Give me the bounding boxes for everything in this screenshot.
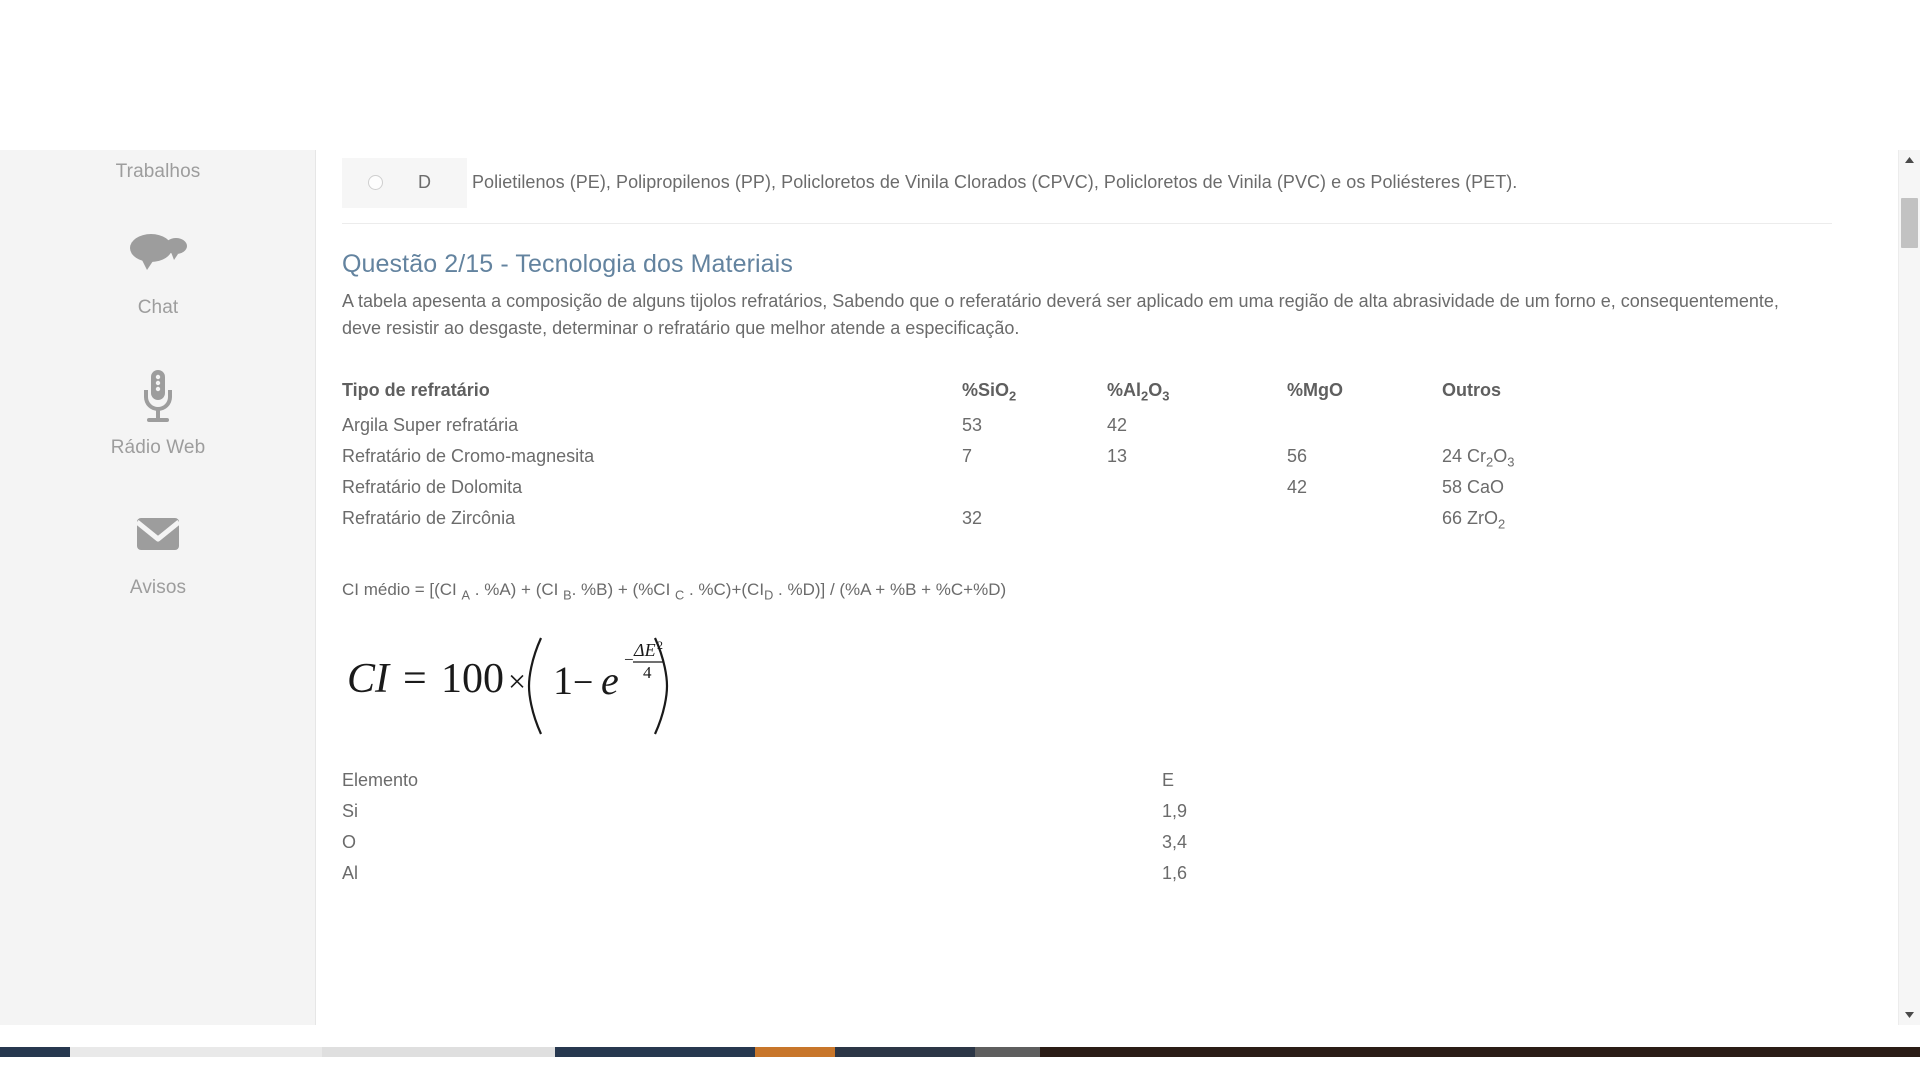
cell-e-value: 1,9 <box>1162 801 1188 821</box>
cell-al2o3: 42 <box>1107 415 1128 435</box>
cell-e-value: 1,6 <box>1162 863 1188 883</box>
ci-average-formula-text: CI médio = [(CI A . %A) + (CI B. %B) + (… <box>342 580 1007 603</box>
sidebar-item-label: Chat <box>137 297 179 318</box>
svg-text:ΔE: ΔE <box>633 640 656 660</box>
table-header-row: Elemento E <box>342 770 1242 801</box>
taskbar-color-strip <box>0 1047 1920 1057</box>
element-electronegativity-table: Elemento E Si 1,9 O 3,4 Al 1,6 <box>342 770 1242 894</box>
cell-al2o3 <box>1107 508 1287 539</box>
table-row: O 3,4 <box>342 832 1242 863</box>
bottom-taskbar[interactable] <box>0 1025 1920 1080</box>
quiz-content-panel: D Polietilenos (PE), Polipropilenos (PP)… <box>317 150 1880 1025</box>
cell-element: Al <box>342 863 359 883</box>
table-row: Si 1,9 <box>342 801 1242 832</box>
cell-sio2: 32 <box>962 508 983 528</box>
header-outros: Outros <box>1442 380 1502 400</box>
header-e: E <box>1162 770 1175 790</box>
cell-mgo: 42 <box>1287 477 1308 497</box>
cell-e-value: 3,4 <box>1162 832 1188 852</box>
taskbar-segment <box>322 1047 555 1057</box>
header-elemento: Elemento <box>342 770 419 790</box>
cell-outros: 24 Cr2O3 <box>1442 446 1515 470</box>
svg-text:4: 4 <box>643 663 652 682</box>
svg-text:−: − <box>573 662 593 702</box>
taskbar-segment <box>70 1047 322 1057</box>
sidebar-item-label: Trabalhos <box>115 161 201 182</box>
svg-text:CI: CI <box>347 656 391 702</box>
cell-outros <box>1442 415 1682 446</box>
table-row: Argila Super refratária 53 42 <box>342 415 1682 446</box>
table-header-row: Tipo de refratário %SiO2 %Al2O3 %MgO Out… <box>342 380 1682 415</box>
scroll-up-arrow-icon[interactable] <box>1899 150 1920 170</box>
table-row: Refratário de Dolomita 42 58 CaO <box>342 477 1682 508</box>
taskbar-segment <box>835 1047 975 1057</box>
left-sidebar: Trabalhos Chat Rádio Web Avisos <box>0 150 316 1025</box>
taskbar-segment <box>555 1047 755 1057</box>
cell-al2o3: 13 <box>1107 446 1128 466</box>
chat-bubbles-icon <box>127 228 189 286</box>
table-row: Al 1,6 <box>342 863 1242 894</box>
svg-text:−: − <box>624 650 634 669</box>
refractory-composition-table: Tipo de refratário %SiO2 %Al2O3 %MgO Out… <box>342 380 1682 539</box>
section-divider <box>342 223 1832 224</box>
cell-outros: 66 ZrO2 <box>1442 508 1506 532</box>
ci-equation-image: CI = 100 × 1 − e − ΔE 2 4 <box>345 620 675 740</box>
sidebar-item-trabalhos[interactable]: Trabalhos <box>0 160 316 184</box>
cell-refractory-name: Refratário de Zircônia <box>342 508 516 528</box>
table-row: Refratário de Cromo-magnesita 7 13 56 24… <box>342 446 1682 477</box>
header-mgo: %MgO <box>1287 380 1343 400</box>
header-tipo-de-refratario: Tipo de refratário <box>342 380 490 400</box>
cell-sio2: 53 <box>962 415 983 435</box>
taskbar-segment <box>1040 1047 1920 1057</box>
cell-refractory-name: Argila Super refratária <box>342 415 519 435</box>
sidebar-item-radio-web[interactable]: Rádio Web <box>0 368 316 460</box>
cell-sio2: 7 <box>962 446 973 466</box>
cell-outros: 58 CaO <box>1442 477 1505 497</box>
cell-sio2 <box>962 477 1107 508</box>
table-row: Refratário de Zircônia 32 66 ZrO2 <box>342 508 1682 539</box>
sidebar-item-label: Rádio Web <box>110 437 206 458</box>
cell-element: Si <box>342 801 359 821</box>
taskbar-segment <box>755 1047 835 1057</box>
screen: Trabalhos Chat Rádio Web Avisos D Poliet… <box>0 0 1920 1080</box>
cell-refractory-name: Refratário de Dolomita <box>342 477 523 497</box>
cell-element: O <box>342 832 357 852</box>
sidebar-item-label: Avisos <box>129 577 187 598</box>
cell-al2o3 <box>1107 477 1287 508</box>
scroll-down-arrow-icon[interactable] <box>1899 1005 1920 1025</box>
answer-option-marker[interactable]: D <box>342 158 467 208</box>
header-al2o3: %Al2O3 <box>1107 380 1170 404</box>
envelope-icon <box>127 508 189 566</box>
page-top-blank-area <box>0 0 1920 150</box>
answer-option-text: Polietilenos (PE), Polipropilenos (PP), … <box>472 172 1518 192</box>
svg-text:100: 100 <box>441 656 504 702</box>
cell-mgo: 56 <box>1287 446 1308 466</box>
taskbar-segment <box>0 1047 70 1057</box>
answer-option-d[interactable]: D Polietilenos (PE), Polipropilenos (PP)… <box>342 158 1832 208</box>
scrollbar-thumb[interactable] <box>1901 198 1918 248</box>
question-statement: A tabela apesenta a composição de alguns… <box>342 291 1779 338</box>
header-sio2: %SiO2 <box>962 380 1017 404</box>
cell-mgo <box>1287 508 1442 539</box>
svg-text:e: e <box>601 658 619 703</box>
vertical-scrollbar[interactable] <box>1898 150 1920 1025</box>
cell-mgo <box>1287 415 1442 446</box>
microphone-icon <box>127 368 189 426</box>
taskbar-segment <box>975 1047 1040 1057</box>
answer-option-letter: D <box>418 172 431 192</box>
svg-text:=: = <box>403 656 427 702</box>
sidebar-item-chat[interactable]: Chat <box>0 228 316 320</box>
svg-text:1: 1 <box>553 658 573 703</box>
radio-button-icon[interactable] <box>368 175 383 190</box>
cell-refractory-name: Refratário de Cromo-magnesita <box>342 446 595 466</box>
svg-text:×: × <box>508 663 526 699</box>
sidebar-item-avisos[interactable]: Avisos <box>0 508 316 600</box>
question-title: Questão 2/15 - Tecnologia dos Materiais <box>342 250 793 278</box>
